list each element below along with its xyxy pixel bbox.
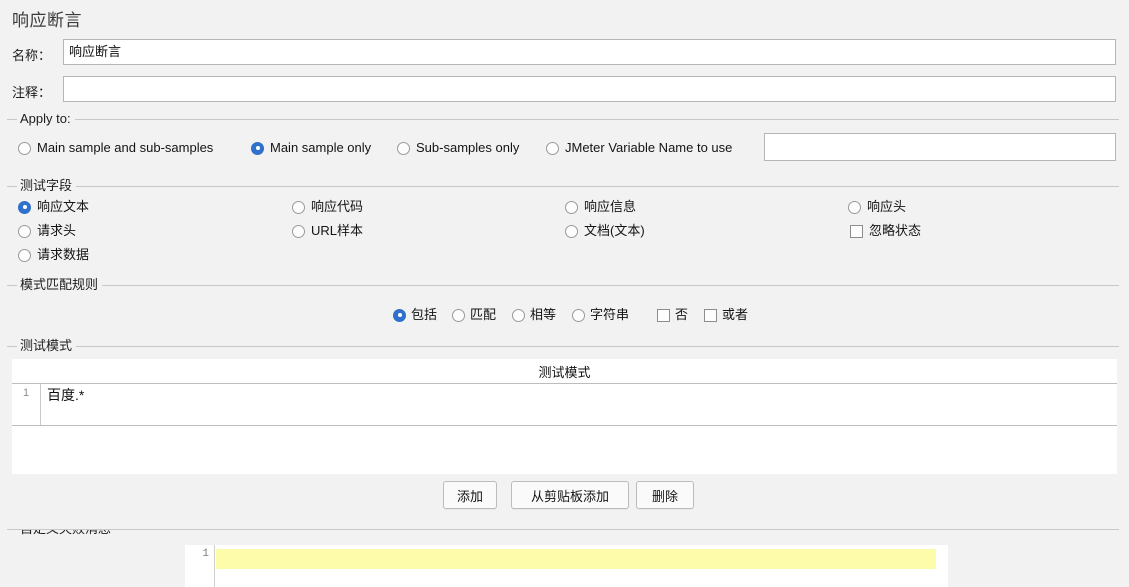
radio-main-sample-and-sub-samples[interactable]: Main sample and sub-samples (18, 140, 213, 156)
option-label: 匹配 (470, 307, 497, 322)
editor-line-number: 1 (202, 548, 209, 560)
comment-input[interactable] (63, 76, 1116, 102)
radio-response-headers[interactable]: 响应头 (848, 199, 906, 215)
editor-current-line-highlight (216, 549, 936, 569)
option-label: URL样本 (311, 223, 364, 238)
option-label: 响应文本 (37, 199, 90, 214)
radio-indicator (292, 200, 305, 214)
checkbox-indicator (850, 224, 863, 238)
patterns-legend: 测试模式 (17, 338, 77, 354)
option-label: 忽略状态 (869, 223, 922, 238)
radio-jmeter-variable-name[interactable]: JMeter Variable Name to use (546, 140, 732, 156)
name-label: 名称： (12, 48, 52, 63)
checkbox-indicator (657, 308, 670, 322)
radio-indicator (565, 224, 578, 238)
option-label: 请求头 (37, 223, 77, 238)
add-button[interactable]: 添加 (443, 481, 497, 509)
radio-indicator (546, 141, 559, 155)
radio-indicator (18, 248, 31, 262)
failure-message-editor[interactable]: 1 (185, 545, 948, 587)
option-label: 字符串 (590, 307, 630, 322)
radio-response-code[interactable]: 响应代码 (292, 199, 363, 215)
radio-contains[interactable]: 包括 (393, 307, 437, 323)
failure-message-legend: 自定义失败消息 (17, 530, 116, 537)
radio-indicator (565, 200, 578, 214)
option-label: Main sample only (270, 140, 372, 155)
response-assertion-panel: 响应断言 名称： 响应断言 注释： Apply to: Main sample … (0, 0, 1129, 587)
radio-request-data[interactable]: 请求数据 (18, 247, 89, 263)
radio-indicator (18, 141, 31, 155)
radio-main-sample-only[interactable]: Main sample only (251, 140, 371, 156)
radio-substring[interactable]: 字符串 (572, 307, 629, 323)
name-input[interactable]: 响应断言 (63, 39, 1116, 65)
option-label: JMeter Variable Name to use (565, 140, 733, 155)
pattern-cell[interactable]: 百度.* (41, 383, 1117, 405)
radio-request-headers[interactable]: 请求头 (18, 223, 76, 239)
delete-button[interactable]: 删除 (636, 481, 694, 509)
row-index: 1 (12, 383, 41, 425)
radio-indicator (397, 141, 410, 155)
radio-indicator (18, 200, 31, 214)
radio-matches[interactable]: 匹配 (452, 307, 496, 323)
radio-indicator (393, 308, 406, 322)
test-field-group: 测试字段 响应文本 响应代码 响应信息 响应头 请求头 URL样本 文档(文本) (7, 178, 1119, 266)
patterns-table[interactable]: 测试模式 1 百度.* (12, 359, 1117, 474)
radio-response-message[interactable]: 响应信息 (565, 199, 636, 215)
option-label: 请求数据 (37, 247, 90, 262)
radio-indicator (251, 141, 264, 155)
radio-sub-samples-only[interactable]: Sub-samples only (397, 140, 519, 156)
patterns-table-header: 测试模式 (12, 359, 1117, 384)
radio-url-sample[interactable]: URL样本 (292, 223, 363, 239)
option-label: 响应信息 (584, 199, 637, 214)
radio-indicator (512, 308, 525, 322)
radio-document-text[interactable]: 文档(文本) (565, 223, 645, 239)
editor-gutter: 1 (185, 545, 215, 587)
table-row[interactable]: 1 百度.* (12, 383, 1117, 426)
radio-indicator (292, 224, 305, 238)
option-label: 或者 (722, 307, 749, 322)
failure-message-group: 自定义失败消息 1 (7, 529, 1119, 587)
test-field-legend: 测试字段 (17, 178, 77, 194)
pattern-rule-group: 模式匹配规则 包括 匹配 相等 字符串 否 或者 (7, 277, 1119, 333)
radio-indicator (572, 308, 585, 322)
option-label: 否 (675, 307, 689, 322)
option-label: 包括 (411, 307, 438, 322)
comment-label: 注释： (12, 85, 52, 100)
pattern-rule-legend: 模式匹配规则 (17, 277, 103, 293)
page-title: 响应断言 (12, 11, 82, 30)
option-label: 相等 (530, 307, 557, 322)
option-label: Main sample and sub-samples (37, 140, 214, 155)
apply-to-legend: Apply to: (17, 111, 75, 127)
option-label: 响应头 (867, 199, 907, 214)
checkbox-not[interactable]: 否 (657, 307, 688, 323)
jmeter-variable-name-input[interactable] (764, 133, 1116, 161)
patterns-group: 测试模式 测试模式 1 百度.* 添加 从剪贴板添加 删除 (7, 338, 1119, 514)
radio-indicator (18, 224, 31, 238)
radio-indicator (452, 308, 465, 322)
option-label: 文档(文本) (584, 223, 645, 238)
option-label: 响应代码 (311, 199, 364, 214)
radio-equals[interactable]: 相等 (512, 307, 556, 323)
checkbox-ignore-status[interactable]: 忽略状态 (850, 223, 921, 239)
add-from-clipboard-button[interactable]: 从剪贴板添加 (511, 481, 629, 509)
apply-to-group: Apply to: Main sample and sub-samples Ma… (7, 111, 1119, 169)
checkbox-indicator (704, 308, 717, 322)
column-header-pattern: 测试模式 (538, 364, 591, 380)
option-label: Sub-samples only (416, 140, 520, 155)
radio-indicator (848, 200, 861, 214)
checkbox-or[interactable]: 或者 (704, 307, 748, 323)
radio-response-text[interactable]: 响应文本 (18, 199, 89, 215)
